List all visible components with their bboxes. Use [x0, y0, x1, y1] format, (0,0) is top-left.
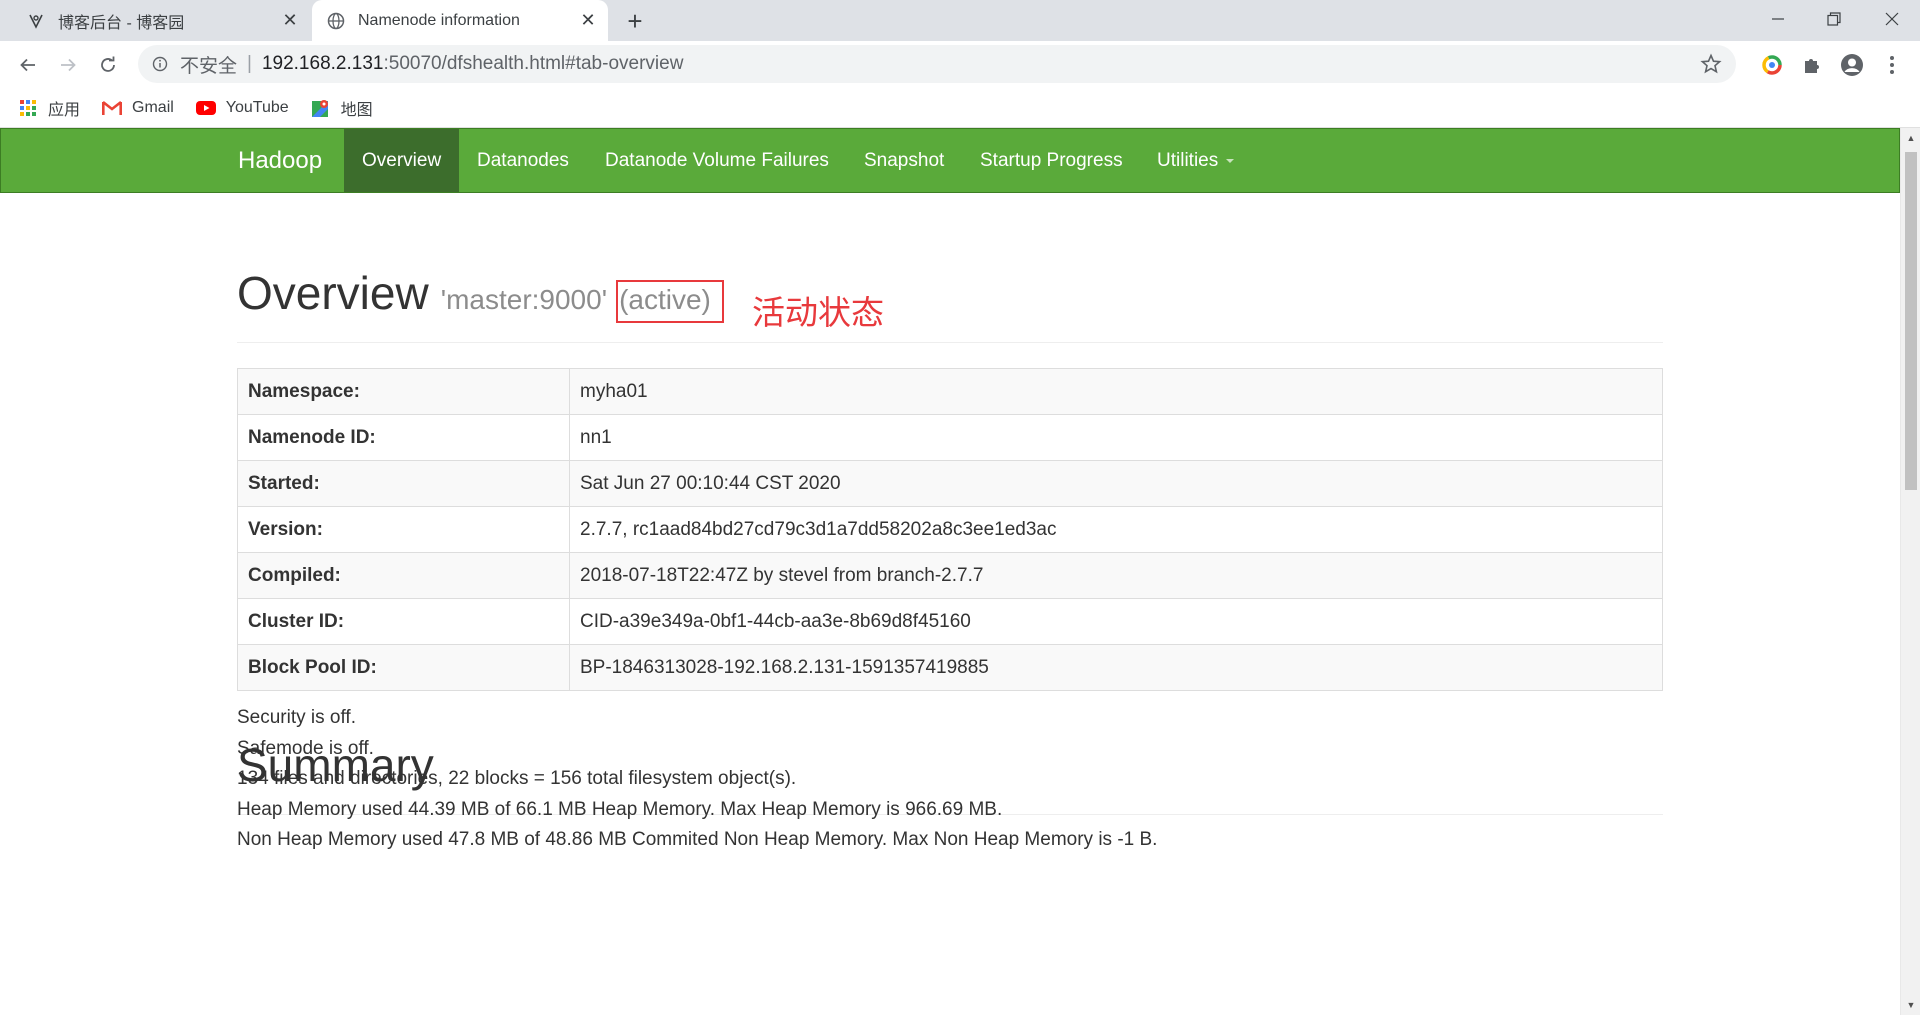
close-window-icon[interactable] [1864, 0, 1920, 38]
nav-datanode-volume-failures[interactable]: Datanode Volume Failures [587, 129, 847, 192]
row-value: 2.7.7, rc1aad84bd27cd79c3d1a7dd58202a8c3… [569, 506, 1663, 553]
nav-snapshot[interactable]: Snapshot [846, 129, 962, 192]
address-host: 192.168.2.131 [261, 53, 384, 74]
scroll-down-arrow-icon[interactable]: ▼ [1901, 997, 1920, 1013]
row-value: CID-a39e349a-0bf1-44cb-aa3e-8b69d8f45160 [569, 598, 1663, 645]
page-scrollbar[interactable]: ▲ ▼ [1900, 128, 1920, 1015]
overview-divider [237, 342, 1663, 343]
bookmark-label: 地图 [340, 101, 373, 119]
tab-strip: 博客后台 - 博客园 ✕ Namenode information ✕ + [0, 0, 1920, 41]
row-value: nn1 [569, 414, 1663, 461]
summary-line: Safemode is off. [237, 738, 374, 759]
bookmark-label: 应用 [48, 101, 81, 119]
overview-title: Overview [237, 267, 429, 319]
bookmark-label: Gmail [132, 98, 174, 116]
youtube-icon [195, 98, 216, 118]
extensions-puzzle-icon[interactable] [1796, 49, 1828, 81]
summary-line: 134 files and directories, 22 blocks = 1… [237, 768, 797, 789]
row-value: 2018-07-18T22:47Z by stevel from branch-… [569, 552, 1663, 599]
hadoop-brand[interactable]: Hadoop [238, 129, 322, 192]
tab-title: Namenode information [358, 11, 520, 29]
row-key: Started: [237, 460, 570, 507]
address-path: :50070/dfshealth.html#tab-overview [383, 53, 684, 74]
row-key: Cluster ID: [237, 598, 570, 645]
bookmark-star-icon[interactable] [1700, 53, 1722, 81]
chrome-extension-ring-icon[interactable] [1756, 49, 1788, 81]
gmail-icon [102, 98, 123, 118]
bookmark-maps[interactable]: 地图 [311, 96, 373, 120]
scrollbar-thumb[interactable] [1905, 152, 1917, 490]
table-row: Started: Sat Jun 27 00:10:44 CST 2020 [237, 460, 1663, 507]
reload-icon[interactable] [92, 49, 124, 81]
cnblogs-favicon-icon [26, 11, 46, 31]
table-row: Namenode ID: nn1 [237, 414, 1663, 461]
profile-avatar-icon[interactable] [1836, 49, 1868, 81]
nav-utilities-label: Utilities [1157, 150, 1219, 171]
caret-down-icon [1226, 158, 1235, 163]
overview-host: 'master:9000' [440, 284, 608, 315]
restore-icon[interactable] [1806, 0, 1862, 38]
nav-overview[interactable]: Overview [344, 129, 460, 192]
row-key: Block Pool ID: [237, 644, 570, 691]
tab-title: 博客后台 - 博客园 [58, 14, 185, 32]
browser-tab-cnblogs[interactable]: 博客后台 - 博客园 ✕ [8, 0, 310, 41]
nav-utilities[interactable]: Utilities [1139, 129, 1252, 192]
row-value: Sat Jun 27 00:10:44 CST 2020 [569, 460, 1663, 507]
overview-table: Namespace: myha01 Namenode ID: nn1 Started: S… [237, 368, 1663, 691]
forward-arrow-icon[interactable] [52, 49, 84, 81]
back-arrow-icon[interactable] [12, 49, 44, 81]
browser-tab-namenode[interactable]: Namenode information ✕ [312, 0, 608, 41]
info-icon[interactable] [150, 54, 170, 74]
summary-line: Heap Memory used 44.39 MB of 66.1 MB Hea… [237, 799, 1003, 820]
table-row: Compiled: 2018-07-18T22:47Z by stevel fro… [237, 552, 1663, 599]
close-tab-icon[interactable]: ✕ [574, 7, 602, 35]
maps-icon [311, 98, 331, 118]
address-separator: | [247, 53, 252, 74]
browser-toolbar: 不安全 | 192.168.2.131 :50070/dfshealth.htm… [0, 41, 1920, 88]
summary-line: Non Heap Memory used 47.8 MB of 48.86 MB… [237, 829, 1158, 850]
row-value: myha01 [569, 368, 1663, 415]
active-highlight-box [616, 280, 724, 323]
hadoop-navbar: Hadoop Overview Datanodes Datanode Volum… [0, 128, 1900, 193]
nav-datanodes[interactable]: Datanodes [459, 129, 587, 192]
row-value: BP-1846313028-192.168.2.131-159135741988… [569, 644, 1663, 691]
bookmark-gmail[interactable]: Gmail [102, 98, 174, 118]
scroll-up-arrow-icon[interactable]: ▲ [1901, 130, 1920, 146]
table-row: Namespace: myha01 [237, 368, 1663, 415]
bookmark-youtube[interactable]: YouTube [195, 98, 289, 118]
nav-startup-progress[interactable]: Startup Progress [962, 129, 1141, 192]
summary-line: Security is off. [237, 707, 356, 728]
bookmark-apps[interactable]: 应用 [18, 96, 80, 120]
bookmarks-bar: 应用 Gmail YouTube 地图 [0, 88, 1920, 128]
new-tab-plus-icon[interactable]: + [620, 6, 650, 36]
kebab-menu-icon[interactable] [1876, 49, 1908, 81]
table-row: Block Pool ID: BP-1846313028-192.168.2.13… [237, 644, 1663, 691]
row-key: Namespace: [237, 368, 570, 415]
apps-grid-icon [18, 98, 38, 118]
not-secure-label: 不安全 [180, 55, 238, 77]
page-viewport: Hadoop Overview Datanodes Datanode Volum… [0, 128, 1900, 1015]
row-key: Version: [237, 506, 570, 553]
row-key: Namenode ID: [237, 414, 570, 461]
close-tab-icon[interactable]: ✕ [276, 7, 304, 35]
bookmark-label: YouTube [225, 98, 289, 116]
row-key: Compiled: [237, 552, 570, 599]
table-row: Version: 2.7.7, rc1aad84bd27cd79c3d1a7dd5… [237, 506, 1663, 553]
table-row: Cluster ID: CID-a39e349a-0bf1-44cb-aa3e-8… [237, 598, 1663, 645]
active-state-annotation: 活动状态 [752, 293, 884, 332]
minimize-icon[interactable] [1750, 0, 1806, 38]
globe-icon [326, 11, 346, 31]
address-bar[interactable]: 不安全 | 192.168.2.131 :50070/dfshealth.htm… [138, 45, 1736, 83]
